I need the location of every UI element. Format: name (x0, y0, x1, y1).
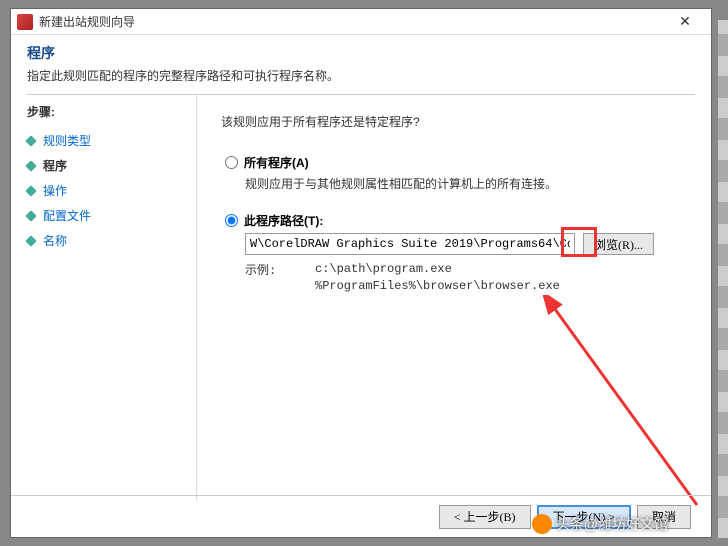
path-row: 浏览(R)... (245, 233, 687, 255)
step-name[interactable]: 名称 (27, 228, 196, 253)
radio-group: 所有程序(A) 规则应用于与其他规则属性相匹配的计算机上的所有连接。 此程序路径… (225, 154, 687, 295)
radio-path-label: 此程序路径(T): (244, 212, 323, 229)
watermark-avatar-icon (532, 514, 552, 534)
content-area: 步骤: 规则类型 程序 操作 配置文件 名称 该规则应用于所有程序还是特定程序?… (11, 95, 711, 501)
main-panel: 该规则应用于所有程序还是特定程序? 所有程序(A) 规则应用于与其他规则属性相匹… (197, 95, 711, 501)
steps-label: 步骤: (27, 103, 196, 120)
app-icon (17, 14, 33, 30)
step-rule-type[interactable]: 规则类型 (27, 128, 196, 153)
step-action[interactable]: 操作 (27, 178, 196, 203)
example-text: c:\path\program.exe %ProgramFiles%\brows… (315, 261, 560, 295)
example-label: 示例: (245, 261, 315, 295)
steps-sidebar: 步骤: 规则类型 程序 操作 配置文件 名称 (11, 95, 197, 501)
browse-button[interactable]: 浏览(R)... (583, 233, 654, 255)
example-row: 示例: c:\path\program.exe %ProgramFiles%\b… (245, 261, 687, 295)
option-all-desc: 规则应用于与其他规则属性相匹配的计算机上的所有连接。 (245, 175, 687, 192)
bullet-icon (25, 135, 36, 146)
bullet-icon (25, 235, 36, 246)
titlebar: 新建出站规则向导 ✕ (11, 9, 711, 35)
program-path-input[interactable] (245, 233, 575, 255)
annotation-arrow (537, 295, 728, 525)
radio-all[interactable] (225, 156, 238, 169)
window-title: 新建出站规则向导 (39, 13, 665, 30)
question-text: 该规则应用于所有程序还是特定程序? (221, 113, 687, 130)
bullet-icon (25, 210, 36, 221)
background-edge (718, 20, 728, 538)
page-title: 程序 (27, 43, 695, 63)
watermark: 头条@潍坊好文馆 (532, 514, 668, 534)
step-program[interactable]: 程序 (27, 153, 196, 178)
radio-all-label: 所有程序(A) (244, 154, 309, 171)
close-button[interactable]: ✕ (665, 10, 705, 34)
bullet-icon (25, 185, 36, 196)
step-profile[interactable]: 配置文件 (27, 203, 196, 228)
wizard-window: 新建出站规则向导 ✕ 程序 指定此规则匹配的程序的完整程序路径和可执行程序名称。… (10, 8, 712, 538)
page-description: 指定此规则匹配的程序的完整程序路径和可执行程序名称。 (27, 67, 695, 84)
option-this-path[interactable]: 此程序路径(T): (225, 212, 687, 229)
bullet-icon (25, 160, 36, 171)
option-all-programs[interactable]: 所有程序(A) (225, 154, 687, 171)
wizard-header: 程序 指定此规则匹配的程序的完整程序路径和可执行程序名称。 (11, 35, 711, 94)
radio-path[interactable] (225, 214, 238, 227)
back-button[interactable]: < 上一步(B) (439, 505, 531, 529)
